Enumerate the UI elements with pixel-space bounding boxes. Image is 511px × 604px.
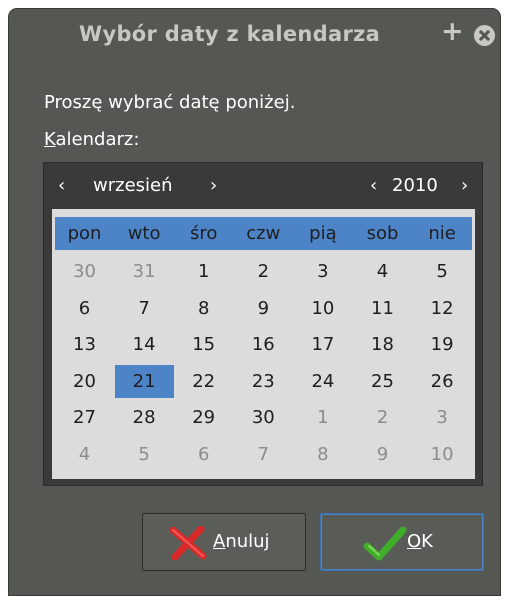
day-cell[interactable]: 6 [174, 438, 233, 471]
day-cell[interactable]: 25 [353, 365, 412, 398]
day-cell[interactable]: 5 [115, 438, 174, 471]
prompt-text: Proszę wybrać datę poniżej. [44, 92, 296, 113]
calendar-label-accel: K [44, 129, 56, 150]
day-cell[interactable]: 3 [413, 401, 472, 434]
day-cell[interactable]: 9 [234, 292, 293, 325]
ok-accel: O [407, 531, 422, 552]
day-cell[interactable]: 8 [174, 292, 233, 325]
day-cell[interactable]: 8 [293, 438, 352, 471]
day-cell[interactable]: 16 [234, 328, 293, 361]
day-cell[interactable]: 3 [293, 255, 352, 288]
next-year-button[interactable]: › [461, 175, 468, 196]
day-cell[interactable]: 2 [234, 255, 293, 288]
cancel-rest: nuluj [225, 531, 270, 552]
next-month-button[interactable]: › [210, 175, 217, 196]
calendar-nav: ‹ wrzesień › ‹ 2010 › [44, 163, 482, 209]
window-title: Wybór daty z kalendarza [79, 22, 381, 46]
day-cell[interactable]: 30 [234, 401, 293, 434]
day-cell[interactable]: 21 [114, 364, 174, 398]
green-check-icon [363, 526, 407, 561]
day-cell[interactable]: 29 [174, 401, 233, 434]
day-cell[interactable]: 10 [293, 292, 352, 325]
cancel-button[interactable]: Anuluj [142, 513, 306, 571]
month-label: wrzesień [93, 175, 173, 196]
weekday-label: pon [67, 223, 102, 244]
day-cell[interactable]: 31 [115, 255, 174, 288]
title-bar[interactable]: Wybór daty z kalendarza + [9, 9, 500, 65]
day-cell[interactable]: 20 [55, 365, 114, 398]
ok-button[interactable]: OK [320, 513, 484, 571]
day-cell[interactable]: 28 [115, 401, 174, 434]
calendar-grid: pon wto śro czw pią sob nie 30 31 1 2 3 4 5 6 7 8 9 10 11 1… [52, 209, 475, 479]
day-cell[interactable]: 27 [55, 401, 114, 434]
day-cell[interactable]: 30 [55, 255, 114, 288]
day-cell[interactable]: 26 [413, 365, 472, 398]
weekday-label: nie [428, 223, 456, 244]
day-cell[interactable]: 22 [174, 365, 233, 398]
day-cell[interactable]: 4 [353, 255, 412, 288]
day-cell[interactable]: 1 [293, 401, 352, 434]
prev-year-button[interactable]: ‹ [370, 175, 377, 196]
calendar-label: Kalendarz: [44, 129, 139, 150]
day-cell[interactable]: 12 [413, 292, 472, 325]
ok-label: OK [407, 531, 433, 552]
year-label: 2010 [392, 175, 438, 196]
weekday-label: sob [366, 223, 399, 244]
close-icon[interactable] [474, 25, 495, 46]
weekday-label: pią [309, 223, 337, 244]
day-cell[interactable]: 7 [115, 292, 174, 325]
day-cell[interactable]: 7 [234, 438, 293, 471]
ok-rest: K [421, 531, 433, 552]
day-cell[interactable]: 5 [413, 255, 472, 288]
day-cell[interactable]: 17 [293, 328, 352, 361]
weekday-header: pon wto śro czw pią sob nie [55, 217, 472, 250]
day-cell[interactable]: 14 [115, 328, 174, 361]
day-cell[interactable]: 19 [413, 328, 472, 361]
maximize-icon[interactable]: + [441, 18, 464, 45]
day-cell[interactable]: 11 [353, 292, 412, 325]
day-cell[interactable]: 13 [55, 328, 114, 361]
calendar: ‹ wrzesień › ‹ 2010 › pon wto śro czw pią sob… [43, 162, 483, 486]
day-cell[interactable]: 2 [353, 401, 412, 434]
weekday-label: śro [189, 223, 218, 244]
prev-month-button[interactable]: ‹ [58, 175, 65, 196]
day-cell[interactable]: 15 [174, 328, 233, 361]
day-cell[interactable]: 23 [234, 365, 293, 398]
day-cell[interactable]: 9 [353, 438, 412, 471]
day-cell[interactable]: 18 [353, 328, 412, 361]
cancel-accel: A [213, 531, 226, 552]
cancel-label: Anuluj [213, 531, 270, 552]
day-cell[interactable]: 6 [55, 292, 114, 325]
day-cell[interactable]: 10 [413, 438, 472, 471]
weekday-label: wto [127, 223, 161, 244]
day-cell[interactable]: 24 [293, 365, 352, 398]
date-picker-dialog: Wybór daty z kalendarza + Proszę wybrać … [8, 8, 501, 596]
weekday-label: czw [246, 223, 281, 244]
day-cell[interactable]: 1 [174, 255, 233, 288]
day-cell[interactable]: 4 [55, 438, 114, 471]
calendar-label-rest: alendarz: [55, 129, 140, 150]
red-x-icon [169, 526, 207, 560]
